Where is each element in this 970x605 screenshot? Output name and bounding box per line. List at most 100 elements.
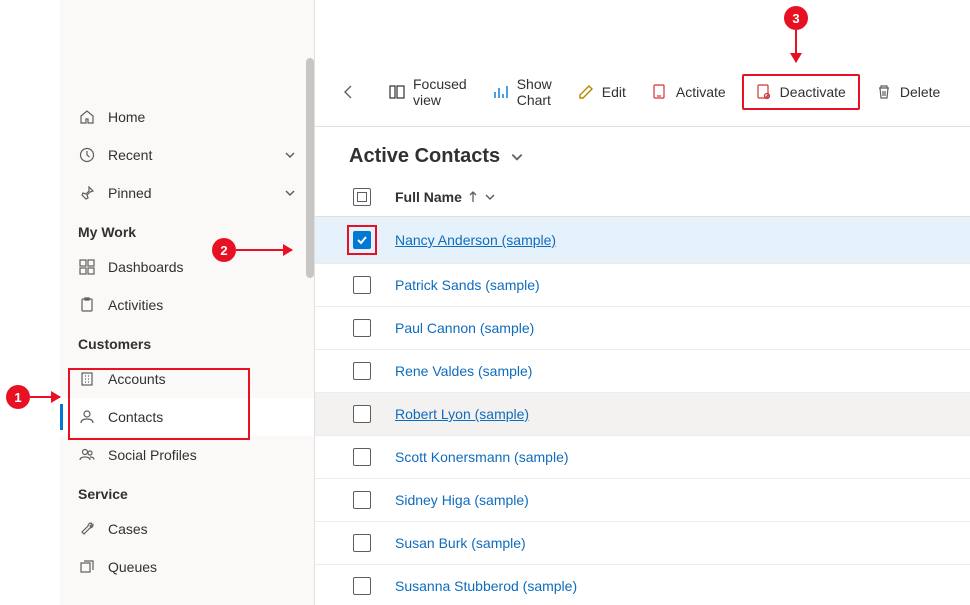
toolbar-label: Focused view xyxy=(413,76,467,108)
delete-dropdown[interactable] xyxy=(966,78,970,106)
table-row[interactable]: Patrick Sands (sample) xyxy=(315,264,970,307)
clipboard-icon xyxy=(78,296,96,314)
sidebar-item-label: Home xyxy=(108,109,296,125)
person-icon xyxy=(78,408,96,426)
table-row[interactable]: Scott Konersmann (sample) xyxy=(315,436,970,479)
edit-button[interactable]: Edit xyxy=(568,78,636,106)
trash-icon xyxy=(876,84,892,100)
show-chart-button[interactable]: Show Chart xyxy=(483,70,562,114)
annotation-badge-3: 3 xyxy=(784,6,808,30)
toolbar-label: Edit xyxy=(602,84,626,100)
main-area: Focused view Show Chart Edit Activate xyxy=(315,58,970,605)
row-checkbox[interactable] xyxy=(353,231,371,249)
wrench-icon xyxy=(78,520,96,538)
view-dropdown-icon[interactable] xyxy=(510,150,524,164)
contact-name-link[interactable]: Sidney Higa (sample) xyxy=(395,492,529,508)
focused-view-button[interactable]: Focused view xyxy=(379,70,477,114)
activate-button[interactable]: Activate xyxy=(642,78,736,106)
sidebar-item-pinned[interactable]: Pinned xyxy=(60,174,314,212)
sidebar-item-label: Social Profiles xyxy=(108,447,296,463)
row-checkbox[interactable] xyxy=(353,362,371,380)
sidebar-item-cases[interactable]: Cases xyxy=(60,510,314,548)
back-button[interactable] xyxy=(331,78,367,106)
sidebar-section-mywork: My Work xyxy=(60,212,314,248)
focused-view-icon xyxy=(389,84,405,100)
table-row[interactable]: Nancy Anderson (sample) xyxy=(315,217,970,264)
sidebar-item-label: Cases xyxy=(108,521,296,537)
contact-name-link[interactable]: Susan Burk (sample) xyxy=(395,535,526,551)
annotation-arrow-3 xyxy=(795,30,797,62)
toolbar-label: Delete xyxy=(900,84,940,100)
back-arrow-icon xyxy=(341,84,357,100)
table-row[interactable]: Paul Cannon (sample) xyxy=(315,307,970,350)
table-row[interactable]: Rene Valdes (sample) xyxy=(315,350,970,393)
table-header-row: Full Name xyxy=(315,180,970,217)
activate-icon xyxy=(652,84,668,100)
command-bar: Focused view Show Chart Edit Activate xyxy=(315,58,970,127)
delete-button[interactable]: Delete xyxy=(866,78,950,106)
row-checkbox[interactable] xyxy=(353,319,371,337)
pin-icon xyxy=(78,184,96,202)
row-checkbox[interactable] xyxy=(353,491,371,509)
deactivate-button[interactable]: Deactivate xyxy=(742,74,860,110)
sidebar-section-customers: Customers xyxy=(60,324,314,360)
building-icon xyxy=(78,370,96,388)
contact-name-link[interactable]: Susanna Stubberod (sample) xyxy=(395,578,577,594)
select-all-checkbox[interactable] xyxy=(353,188,371,206)
sidebar-item-label: Accounts xyxy=(108,371,296,387)
sidebar-item-social-profiles[interactable]: Social Profiles xyxy=(60,436,314,474)
contacts-table: Full Name Nancy Anderson (sample) Patrick… xyxy=(315,180,970,605)
table-row[interactable]: Susan Burk (sample) xyxy=(315,522,970,565)
contact-name-link[interactable]: Scott Konersmann (sample) xyxy=(395,449,569,465)
contact-name-link[interactable]: Patrick Sands (sample) xyxy=(395,277,540,293)
annotation-badge-1: 1 xyxy=(6,385,30,409)
sidebar-item-queues[interactable]: Queues xyxy=(60,548,314,586)
annotation-arrow-2 xyxy=(236,249,292,251)
toolbar-label: Deactivate xyxy=(780,84,846,100)
edit-icon xyxy=(578,84,594,100)
annotation-arrow-1 xyxy=(30,396,60,398)
sidebar-item-accounts[interactable]: Accounts xyxy=(60,360,314,398)
sidebar-item-home[interactable]: Home xyxy=(60,98,314,136)
sidebar-item-label: Dashboards xyxy=(108,259,296,275)
chevron-down-icon xyxy=(484,191,496,203)
row-checkbox[interactable] xyxy=(353,276,371,294)
contact-name-link[interactable]: Nancy Anderson (sample) xyxy=(395,232,556,248)
row-checkbox[interactable] xyxy=(353,534,371,552)
row-checkbox[interactable] xyxy=(353,448,371,466)
toolbar-label: Show Chart xyxy=(517,76,552,108)
row-checkbox[interactable] xyxy=(353,577,371,595)
chevron-down-icon xyxy=(284,149,296,161)
sidebar-item-label: Activities xyxy=(108,297,296,313)
view-header: Active Contacts xyxy=(315,127,970,180)
annotation-badge-2: 2 xyxy=(212,238,236,262)
people-icon xyxy=(78,446,96,464)
queue-icon xyxy=(78,558,96,576)
sidebar-item-dashboards[interactable]: Dashboards xyxy=(60,248,314,286)
sidebar-item-label: Queues xyxy=(108,559,296,575)
chart-icon xyxy=(493,84,509,100)
chevron-down-icon xyxy=(284,187,296,199)
contact-name-link[interactable]: Paul Cannon (sample) xyxy=(395,320,534,336)
sidebar-item-label: Contacts xyxy=(108,409,296,425)
deactivate-icon xyxy=(756,84,772,100)
view-title: Active Contacts xyxy=(349,145,500,168)
sidebar: Home Recent Pinned xyxy=(60,0,315,605)
sidebar-item-recent[interactable]: Recent xyxy=(60,136,314,174)
row-checkbox[interactable] xyxy=(353,405,371,423)
sidebar-item-label: Recent xyxy=(108,147,284,163)
sidebar-item-label: Pinned xyxy=(108,185,284,201)
contact-name-link[interactable]: Rene Valdes (sample) xyxy=(395,363,532,379)
sidebar-section-service: Service xyxy=(60,474,314,510)
table-row[interactable]: Sidney Higa (sample) xyxy=(315,479,970,522)
sidebar-item-contacts[interactable]: Contacts xyxy=(60,398,314,436)
sort-asc-icon xyxy=(468,191,478,203)
column-header-fullname[interactable]: Full Name xyxy=(385,189,946,205)
table-row[interactable]: Susanna Stubberod (sample) xyxy=(315,565,970,605)
table-row[interactable]: Robert Lyon (sample) xyxy=(315,393,970,436)
sidebar-item-activities[interactable]: Activities xyxy=(60,286,314,324)
contact-name-link[interactable]: Robert Lyon (sample) xyxy=(395,406,529,422)
clock-icon xyxy=(78,146,96,164)
home-icon xyxy=(78,108,96,126)
column-label: Full Name xyxy=(395,189,462,205)
